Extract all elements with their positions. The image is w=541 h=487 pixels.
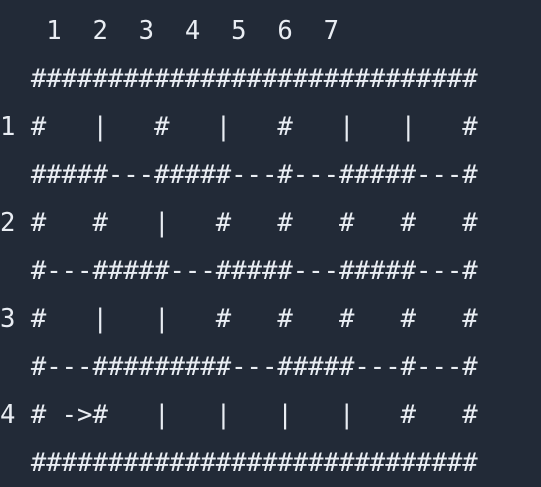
- maze-row-3: 3 # | | # # # # #: [0, 304, 478, 334]
- maze-bottom-wall: #############################: [0, 448, 478, 478]
- maze-row-4: 4 # -># | | | | # #: [0, 400, 478, 430]
- column-numbers: 1 2 3 4 5 6 7: [0, 16, 339, 46]
- maze-wall-row-3-4: #---#########---#####---#---#: [0, 352, 478, 382]
- maze-wall-row-2-3: #---#####---#####---#####---#: [0, 256, 478, 286]
- maze-board: 1 2 3 4 5 6 7 ##########################…: [0, 0, 541, 487]
- maze-wall-row-1-2: #####---#####---#---#####---#: [0, 160, 478, 190]
- maze-row-1: 1 # | # | # | | #: [0, 112, 478, 142]
- maze-row-2: 2 # # | # # # # #: [0, 208, 478, 238]
- maze-top-wall: #############################: [0, 64, 478, 94]
